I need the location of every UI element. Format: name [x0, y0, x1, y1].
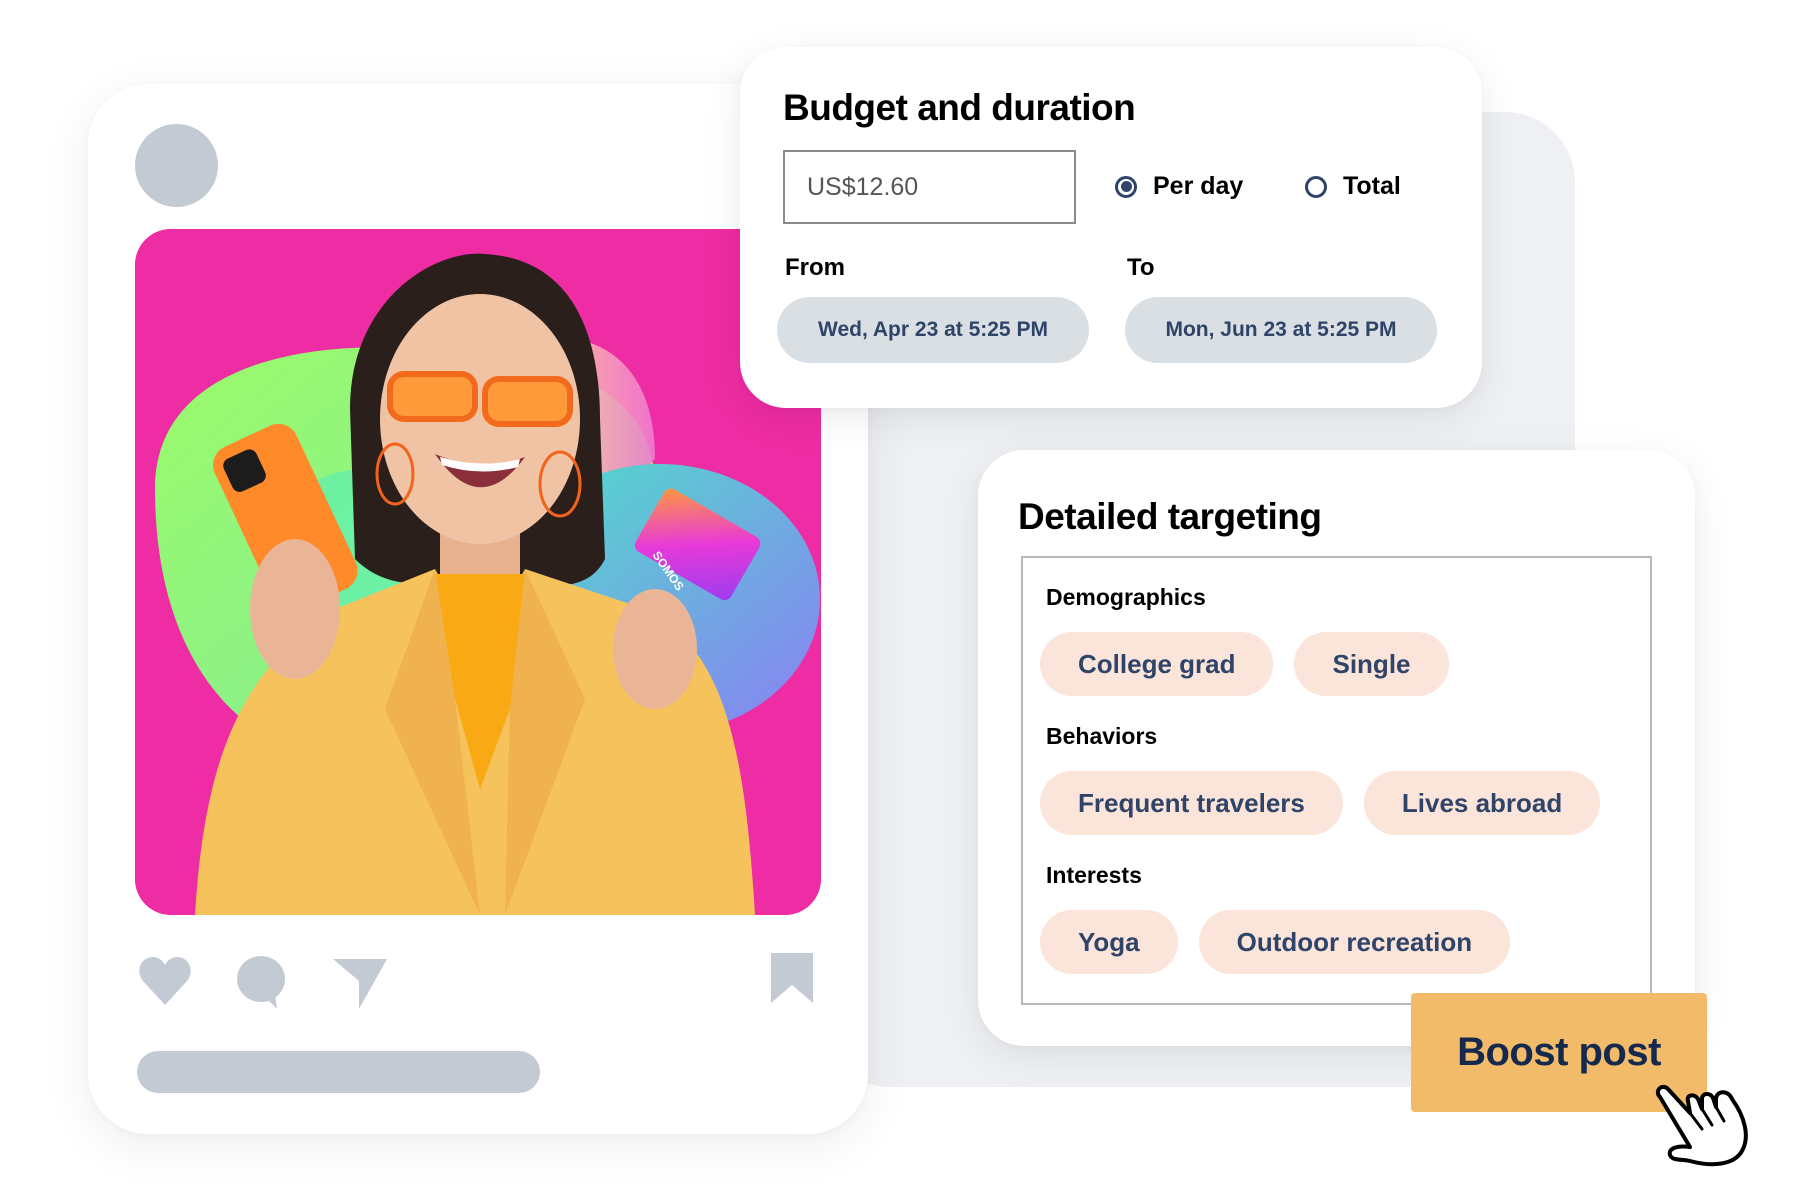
chip-college-grad[interactable]: College grad [1040, 632, 1274, 696]
group-label-behaviors: Behaviors [1046, 723, 1158, 749]
send-icon[interactable] [333, 955, 389, 1016]
chip-single[interactable]: Single [1294, 632, 1449, 696]
chip-row-interests: Yoga Outdoor recreation [1040, 910, 1511, 974]
radio-per-day-label: Per day [1153, 172, 1244, 200]
chip-row-behaviors: Frequent travelers Lives abroad [1040, 771, 1601, 835]
start-date-picker[interactable]: Wed, Apr 23 at 5:25 PM [777, 297, 1089, 363]
budget-title: Budget and duration [783, 87, 1136, 128]
post-photo: SOMOS [135, 229, 821, 915]
group-label-demographics: Demographics [1046, 584, 1206, 610]
targeting-title: Detailed targeting [1018, 496, 1322, 537]
post-actions-bar [135, 953, 821, 1016]
budget-duration-card: Budget and duration US$12.60 Per day Tot… [740, 47, 1482, 408]
targeting-box: Demographics College grad Single Behavio… [1021, 556, 1652, 1005]
to-label: To [1127, 254, 1155, 281]
radio-total[interactable]: Total [1305, 172, 1401, 201]
radio-total-label: Total [1343, 172, 1401, 200]
caption-placeholder-bar [137, 1051, 540, 1093]
chip-frequent-travelers[interactable]: Frequent travelers [1040, 771, 1343, 835]
chip-outdoor-recreation[interactable]: Outdoor recreation [1198, 910, 1511, 974]
budget-amount-input[interactable]: US$12.60 [783, 150, 1076, 224]
from-label: From [785, 254, 845, 281]
radio-selected-icon [1115, 175, 1137, 198]
chip-lives-abroad[interactable]: Lives abroad [1363, 771, 1601, 835]
radio-per-day[interactable]: Per day [1115, 172, 1243, 201]
group-label-interests: Interests [1046, 862, 1142, 888]
heart-icon[interactable] [137, 955, 193, 1012]
bookmark-icon[interactable] [771, 953, 813, 1008]
chip-row-demographics: College grad Single [1040, 632, 1449, 696]
comment-bubble-icon[interactable] [235, 955, 287, 1016]
avatar [135, 124, 218, 207]
detailed-targeting-card: Detailed targeting Demographics College … [978, 450, 1695, 1046]
radio-unselected-icon [1305, 175, 1327, 198]
end-date-picker[interactable]: Mon, Jun 23 at 5:25 PM [1125, 297, 1437, 363]
post-image: SOMOS [135, 229, 821, 915]
hand-pointer-icon [1650, 1075, 1765, 1175]
chip-yoga[interactable]: Yoga [1040, 910, 1178, 974]
